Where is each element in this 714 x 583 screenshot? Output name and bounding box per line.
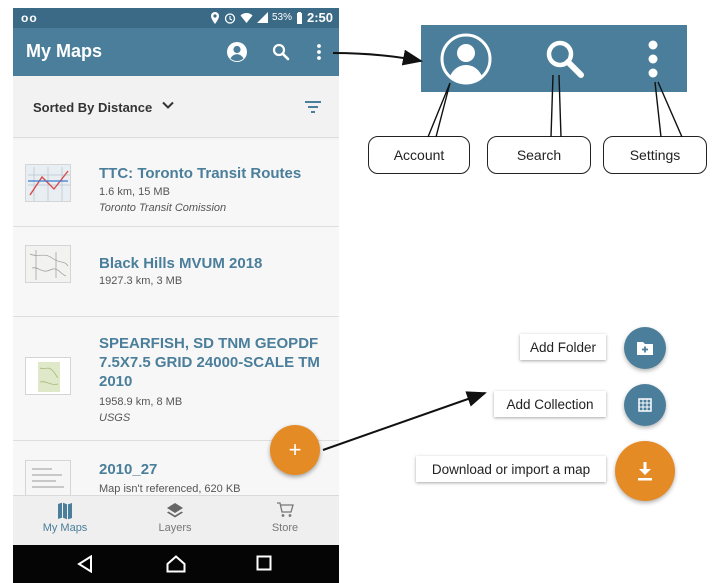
arrow-to-zoom (332, 49, 423, 66)
annotation-arrows (322, 49, 683, 451)
arrow-to-fab-menu (322, 391, 487, 451)
